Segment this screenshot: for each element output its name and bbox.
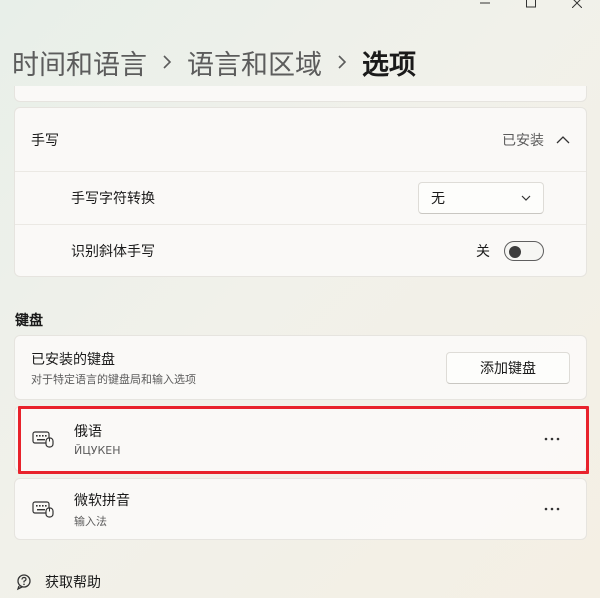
dropdown-value: 无 <box>431 191 445 207</box>
keyboard-text: 微软拼音 输入法 <box>74 490 538 529</box>
toggle-group: 关 <box>476 240 544 261</box>
close-icon <box>572 0 582 8</box>
more-icon <box>544 437 560 441</box>
installed-keyboards-title: 已安装的键盘 <box>31 351 115 368</box>
keyboard-item-microsoft-pinyin[interactable]: 微软拼音 输入法 <box>14 478 587 540</box>
italic-handwriting-toggle[interactable] <box>504 240 544 261</box>
keyboard-name: 俄语 <box>74 424 102 440</box>
handwriting-status-group: 已安装 <box>502 130 570 150</box>
chevron-right-icon <box>337 54 347 70</box>
keyboard-icon <box>32 499 54 519</box>
handwriting-conversion-dropdown[interactable]: 无 <box>418 182 544 214</box>
installed-status: 已安装 <box>502 132 544 149</box>
handwriting-title: 手写 <box>31 132 59 149</box>
handwriting-conversion-row: 手写字符转换 无 <box>15 172 586 224</box>
more-options-button[interactable] <box>538 425 566 453</box>
maximize-icon <box>526 0 536 8</box>
maximize-button[interactable] <box>508 0 554 14</box>
italic-handwriting-row: 识别斜体手写 关 <box>15 224 586 276</box>
chevron-up-icon <box>556 135 570 143</box>
get-help-label: 获取帮助 <box>45 575 101 591</box>
add-keyboard-button[interactable]: 添加键盘 <box>446 351 570 384</box>
chevron-down-icon <box>521 195 531 201</box>
more-icon <box>544 507 560 511</box>
keyboard-text: 俄语 ЙЦУКЕН <box>74 421 538 457</box>
breadcrumb: 时间和语言 语言和区域 选项 <box>12 40 416 84</box>
minimize-icon <box>480 2 490 4</box>
installed-keyboards-card: 已安装的键盘 对于特定语言的键盘局和输入选项 添加键盘 <box>14 335 587 400</box>
keyboard-section-title: 键盘 <box>15 313 43 329</box>
toggle-knob <box>509 245 521 258</box>
installed-keyboards-text: 已安装的键盘 对于特定语言的键盘局和输入选项 <box>31 349 196 387</box>
breadcrumb-item-language-region[interactable]: 语言和区域 <box>187 43 322 82</box>
keyboard-name: 微软拼音 <box>74 492 130 509</box>
get-help-link[interactable]: 获取帮助 <box>15 572 101 592</box>
keyboard-item-russian[interactable]: 俄语 ЙЦУКЕН <box>14 406 587 472</box>
keyboard-icon <box>32 429 54 449</box>
help-icon <box>16 574 31 591</box>
window-controls <box>462 0 600 12</box>
page-title: 选项 <box>362 49 416 81</box>
chevron-right-icon <box>162 54 172 70</box>
close-button[interactable] <box>554 0 600 14</box>
italic-handwriting-label: 识别斜体手写 <box>71 243 155 260</box>
installed-keyboards-subtitle: 对于特定语言的键盘局和输入选项 <box>31 372 196 386</box>
handwriting-conversion-label: 手写字符转换 <box>71 191 155 207</box>
keyboard-layout: 输入法 <box>74 514 107 528</box>
minimize-button[interactable] <box>462 0 508 14</box>
more-options-button[interactable] <box>538 495 566 523</box>
handwriting-card: 手写 已安装 手写字符转换 无 识别斜体手写 关 <box>14 107 587 277</box>
handwriting-header[interactable]: 手写 已安装 <box>15 108 586 172</box>
breadcrumb-item-time-language[interactable]: 时间和语言 <box>12 43 147 82</box>
toggle-state-label: 关 <box>476 243 490 260</box>
previous-card-edge <box>14 86 587 102</box>
keyboard-layout: ЙЦУКЕН <box>74 444 121 457</box>
